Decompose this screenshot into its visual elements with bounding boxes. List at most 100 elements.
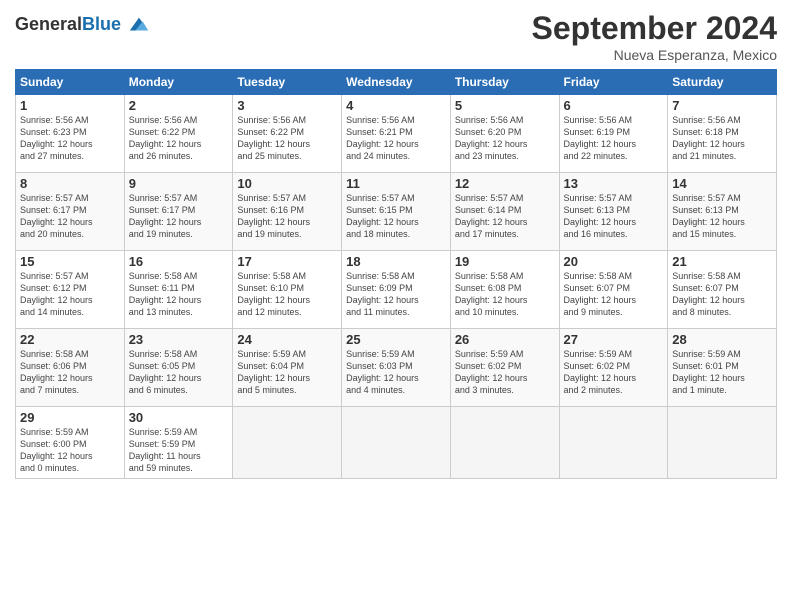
calendar-cell: 10Sunrise: 5:57 AM Sunset: 6:16 PM Dayli…: [233, 173, 342, 251]
calendar-cell: 6Sunrise: 5:56 AM Sunset: 6:19 PM Daylig…: [559, 95, 668, 173]
subtitle: Nueva Esperanza, Mexico: [532, 47, 777, 63]
day-info: Sunrise: 5:58 AM Sunset: 6:11 PM Dayligh…: [129, 270, 229, 319]
logo-blue-text: Blue: [82, 14, 121, 34]
day-info: Sunrise: 5:58 AM Sunset: 6:07 PM Dayligh…: [672, 270, 772, 319]
day-info: Sunrise: 5:57 AM Sunset: 6:13 PM Dayligh…: [564, 192, 664, 241]
calendar-cell: 25Sunrise: 5:59 AM Sunset: 6:03 PM Dayli…: [342, 329, 451, 407]
calendar-cell: 30Sunrise: 5:59 AM Sunset: 5:59 PM Dayli…: [124, 407, 233, 479]
calendar-cell: [342, 407, 451, 479]
day-info: Sunrise: 5:56 AM Sunset: 6:19 PM Dayligh…: [564, 114, 664, 163]
day-number: 23: [129, 332, 229, 347]
calendar-cell: 13Sunrise: 5:57 AM Sunset: 6:13 PM Dayli…: [559, 173, 668, 251]
calendar-cell: 1Sunrise: 5:56 AM Sunset: 6:23 PM Daylig…: [16, 95, 125, 173]
calendar-week-5: 29Sunrise: 5:59 AM Sunset: 6:00 PM Dayli…: [16, 407, 777, 479]
day-number: 6: [564, 98, 664, 113]
calendar-cell: 12Sunrise: 5:57 AM Sunset: 6:14 PM Dayli…: [450, 173, 559, 251]
day-info: Sunrise: 5:59 AM Sunset: 6:02 PM Dayligh…: [455, 348, 555, 397]
day-info: Sunrise: 5:57 AM Sunset: 6:15 PM Dayligh…: [346, 192, 446, 241]
day-info: Sunrise: 5:58 AM Sunset: 6:08 PM Dayligh…: [455, 270, 555, 319]
day-info: Sunrise: 5:59 AM Sunset: 5:59 PM Dayligh…: [129, 426, 229, 475]
calendar-cell: 26Sunrise: 5:59 AM Sunset: 6:02 PM Dayli…: [450, 329, 559, 407]
calendar-cell: 16Sunrise: 5:58 AM Sunset: 6:11 PM Dayli…: [124, 251, 233, 329]
calendar-cell: [233, 407, 342, 479]
day-info: Sunrise: 5:59 AM Sunset: 6:01 PM Dayligh…: [672, 348, 772, 397]
weekday-header-thursday: Thursday: [450, 70, 559, 95]
day-number: 10: [237, 176, 337, 191]
calendar-cell: 22Sunrise: 5:58 AM Sunset: 6:06 PM Dayli…: [16, 329, 125, 407]
calendar-cell: 19Sunrise: 5:58 AM Sunset: 6:08 PM Dayli…: [450, 251, 559, 329]
calendar-week-2: 8Sunrise: 5:57 AM Sunset: 6:17 PM Daylig…: [16, 173, 777, 251]
day-number: 18: [346, 254, 446, 269]
day-info: Sunrise: 5:57 AM Sunset: 6:17 PM Dayligh…: [129, 192, 229, 241]
weekday-header-row: SundayMondayTuesdayWednesdayThursdayFrid…: [16, 70, 777, 95]
calendar-cell: 8Sunrise: 5:57 AM Sunset: 6:17 PM Daylig…: [16, 173, 125, 251]
calendar-cell: 24Sunrise: 5:59 AM Sunset: 6:04 PM Dayli…: [233, 329, 342, 407]
calendar-cell: 23Sunrise: 5:58 AM Sunset: 6:05 PM Dayli…: [124, 329, 233, 407]
day-info: Sunrise: 5:57 AM Sunset: 6:14 PM Dayligh…: [455, 192, 555, 241]
calendar-cell: 27Sunrise: 5:59 AM Sunset: 6:02 PM Dayli…: [559, 329, 668, 407]
day-number: 2: [129, 98, 229, 113]
calendar-cell: 3Sunrise: 5:56 AM Sunset: 6:22 PM Daylig…: [233, 95, 342, 173]
day-info: Sunrise: 5:58 AM Sunset: 6:07 PM Dayligh…: [564, 270, 664, 319]
day-info: Sunrise: 5:57 AM Sunset: 6:16 PM Dayligh…: [237, 192, 337, 241]
day-info: Sunrise: 5:58 AM Sunset: 6:05 PM Dayligh…: [129, 348, 229, 397]
day-number: 12: [455, 176, 555, 191]
title-block: September 2024 Nueva Esperanza, Mexico: [532, 10, 777, 63]
day-number: 14: [672, 176, 772, 191]
day-info: Sunrise: 5:58 AM Sunset: 6:09 PM Dayligh…: [346, 270, 446, 319]
day-number: 24: [237, 332, 337, 347]
day-info: Sunrise: 5:57 AM Sunset: 6:12 PM Dayligh…: [20, 270, 120, 319]
day-number: 30: [129, 410, 229, 425]
calendar-cell: 17Sunrise: 5:58 AM Sunset: 6:10 PM Dayli…: [233, 251, 342, 329]
day-info: Sunrise: 5:56 AM Sunset: 6:22 PM Dayligh…: [237, 114, 337, 163]
day-info: Sunrise: 5:56 AM Sunset: 6:23 PM Dayligh…: [20, 114, 120, 163]
calendar-cell: [668, 407, 777, 479]
day-number: 11: [346, 176, 446, 191]
day-number: 16: [129, 254, 229, 269]
calendar-cell: 2Sunrise: 5:56 AM Sunset: 6:22 PM Daylig…: [124, 95, 233, 173]
day-number: 9: [129, 176, 229, 191]
day-number: 1: [20, 98, 120, 113]
calendar-cell: 29Sunrise: 5:59 AM Sunset: 6:00 PM Dayli…: [16, 407, 125, 479]
day-number: 19: [455, 254, 555, 269]
logo-icon: [128, 14, 150, 36]
day-number: 4: [346, 98, 446, 113]
calendar-cell: 20Sunrise: 5:58 AM Sunset: 6:07 PM Dayli…: [559, 251, 668, 329]
calendar-cell: 28Sunrise: 5:59 AM Sunset: 6:01 PM Dayli…: [668, 329, 777, 407]
day-number: 15: [20, 254, 120, 269]
calendar-cell: 5Sunrise: 5:56 AM Sunset: 6:20 PM Daylig…: [450, 95, 559, 173]
day-info: Sunrise: 5:59 AM Sunset: 6:04 PM Dayligh…: [237, 348, 337, 397]
day-info: Sunrise: 5:56 AM Sunset: 6:22 PM Dayligh…: [129, 114, 229, 163]
day-number: 13: [564, 176, 664, 191]
month-title: September 2024: [532, 10, 777, 47]
calendar-week-1: 1Sunrise: 5:56 AM Sunset: 6:23 PM Daylig…: [16, 95, 777, 173]
day-number: 27: [564, 332, 664, 347]
weekday-header-friday: Friday: [559, 70, 668, 95]
day-number: 26: [455, 332, 555, 347]
calendar-cell: 4Sunrise: 5:56 AM Sunset: 6:21 PM Daylig…: [342, 95, 451, 173]
calendar-cell: 14Sunrise: 5:57 AM Sunset: 6:13 PM Dayli…: [668, 173, 777, 251]
calendar-cell: [450, 407, 559, 479]
calendar-week-3: 15Sunrise: 5:57 AM Sunset: 6:12 PM Dayli…: [16, 251, 777, 329]
calendar-cell: 15Sunrise: 5:57 AM Sunset: 6:12 PM Dayli…: [16, 251, 125, 329]
logo: GeneralBlue: [15, 14, 150, 36]
calendar-header: SundayMondayTuesdayWednesdayThursdayFrid…: [16, 70, 777, 95]
day-info: Sunrise: 5:58 AM Sunset: 6:10 PM Dayligh…: [237, 270, 337, 319]
day-info: Sunrise: 5:56 AM Sunset: 6:20 PM Dayligh…: [455, 114, 555, 163]
calendar-cell: [559, 407, 668, 479]
calendar-cell: 18Sunrise: 5:58 AM Sunset: 6:09 PM Dayli…: [342, 251, 451, 329]
day-info: Sunrise: 5:59 AM Sunset: 6:00 PM Dayligh…: [20, 426, 120, 475]
calendar-cell: 11Sunrise: 5:57 AM Sunset: 6:15 PM Dayli…: [342, 173, 451, 251]
day-number: 22: [20, 332, 120, 347]
calendar-body: 1Sunrise: 5:56 AM Sunset: 6:23 PM Daylig…: [16, 95, 777, 479]
calendar-cell: 7Sunrise: 5:56 AM Sunset: 6:18 PM Daylig…: [668, 95, 777, 173]
weekday-header-sunday: Sunday: [16, 70, 125, 95]
weekday-header-wednesday: Wednesday: [342, 70, 451, 95]
day-number: 7: [672, 98, 772, 113]
weekday-header-tuesday: Tuesday: [233, 70, 342, 95]
calendar-cell: 9Sunrise: 5:57 AM Sunset: 6:17 PM Daylig…: [124, 173, 233, 251]
day-info: Sunrise: 5:57 AM Sunset: 6:13 PM Dayligh…: [672, 192, 772, 241]
calendar-week-4: 22Sunrise: 5:58 AM Sunset: 6:06 PM Dayli…: [16, 329, 777, 407]
header: GeneralBlue September 2024 Nueva Esperan…: [15, 10, 777, 63]
day-info: Sunrise: 5:56 AM Sunset: 6:21 PM Dayligh…: [346, 114, 446, 163]
